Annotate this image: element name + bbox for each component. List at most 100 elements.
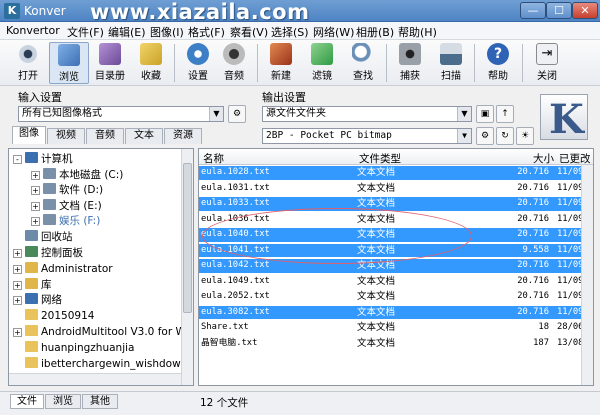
catalog-button[interactable]: 目录册 bbox=[90, 42, 130, 84]
tree-item-recycle-bin[interactable]: 回收站 bbox=[25, 230, 73, 245]
tree-item-library[interactable]: + 库 bbox=[13, 278, 52, 293]
menu-view[interactable]: 察看(V) bbox=[230, 24, 268, 40]
column-name[interactable]: 名称 bbox=[203, 151, 224, 166]
folder-icon bbox=[25, 357, 38, 368]
tree-item-folder[interactable]: + AndroidMultitool V3.0 for Wir bbox=[13, 325, 193, 340]
settings-icon bbox=[187, 43, 209, 65]
chevron-down-icon: ▼ bbox=[209, 107, 223, 121]
column-type[interactable]: 文件类型 bbox=[359, 151, 401, 166]
file-list[interactable]: 名称 文件类型 大小 已更改 eula.1028.txt 文本文档 20.716 11… bbox=[198, 148, 594, 386]
table-row[interactable]: eula.1028.txt 文本文档 20.716 11/09/2 bbox=[199, 166, 593, 180]
bottom-tab-files[interactable]: 文件 bbox=[10, 394, 44, 409]
toolbar-separator bbox=[386, 44, 387, 82]
table-row[interactable]: eula.3082.txt 文本文档 20.716 11/09/2 bbox=[199, 305, 593, 320]
folder-icon: ▣ bbox=[480, 109, 490, 119]
maximize-button[interactable]: ☐ bbox=[546, 2, 572, 19]
audio-button[interactable]: 音频 bbox=[214, 42, 254, 84]
table-row[interactable]: eula.1031.txt 文本文档 20.716 11/09/2 bbox=[199, 182, 593, 196]
output-format-refresh-button[interactable]: ↻ bbox=[496, 127, 514, 145]
tree-item-folder[interactable]: huanpingzhuanjia bbox=[25, 341, 134, 356]
exit-button[interactable]: ⇥ 关闭 bbox=[527, 42, 567, 84]
filter-button[interactable]: 滤镜 bbox=[302, 42, 342, 84]
app-icon: K bbox=[4, 3, 20, 19]
scrollbar-thumb[interactable] bbox=[183, 163, 192, 313]
tree-item-drive-e[interactable]: + 文档 (E:) bbox=[31, 199, 102, 214]
open-button[interactable]: 打开 bbox=[8, 42, 48, 84]
file-type: 文本文档 bbox=[357, 182, 396, 194]
menu-image[interactable]: 图像(I) bbox=[150, 24, 184, 40]
menu-help[interactable]: 帮助(H) bbox=[398, 24, 437, 40]
find-button[interactable]: 查找 bbox=[343, 42, 383, 84]
tree-vertical-scrollbar[interactable] bbox=[181, 149, 193, 385]
exit-icon: ⇥ bbox=[536, 43, 558, 65]
input-options-button[interactable]: ⚙ bbox=[228, 105, 246, 123]
tree-item-drive-c[interactable]: + 本地磁盘 (C:) bbox=[31, 168, 123, 183]
settings-button[interactable]: 设置 bbox=[178, 42, 218, 84]
file-name: eula.1049.txt bbox=[201, 275, 270, 286]
output-format-options-button[interactable]: ⚙ bbox=[476, 127, 494, 145]
table-row[interactable]: Share.txt 文本文档 18 28/06/2 bbox=[199, 321, 593, 335]
tree-item-administrator[interactable]: + Administrator bbox=[13, 262, 113, 277]
input-format-select[interactable]: 所有已知图像格式 ▼ bbox=[18, 106, 224, 122]
bottom-tab-other[interactable]: 其他 bbox=[82, 394, 118, 409]
file-name: eula.1028.txt bbox=[201, 167, 270, 177]
column-date[interactable]: 已更改 bbox=[559, 151, 591, 166]
browse-button[interactable]: 浏览 bbox=[49, 42, 89, 84]
table-row[interactable]: eula.1049.txt 文本文档 20.716 11/09/2 bbox=[199, 275, 593, 289]
eye-icon bbox=[17, 43, 39, 65]
tree-item-drive-d[interactable]: + 软件 (D:) bbox=[31, 183, 103, 198]
menu-file[interactable]: 文件(F) bbox=[67, 24, 104, 40]
tab-resource[interactable]: 资源 bbox=[164, 128, 202, 144]
tree-item-folder[interactable]: ibetterchargewin_wishdown bbox=[25, 357, 187, 372]
output-folder-button[interactable]: ▣ bbox=[476, 105, 494, 123]
output-format-info-button[interactable]: ☀ bbox=[516, 127, 534, 145]
file-size: 20.716 bbox=[517, 198, 549, 208]
catalog-icon bbox=[99, 43, 121, 65]
folder-tree[interactable]: - 计算机 + 本地磁盘 (C:) + 软件 (D:) + 文档 (E:) + 娱乐 (F… bbox=[8, 148, 194, 386]
tab-video[interactable]: 视频 bbox=[47, 128, 85, 144]
file-size: 18 bbox=[538, 322, 549, 332]
file-size: 20.716 bbox=[517, 306, 549, 317]
scan-button[interactable]: 扫描 bbox=[431, 42, 471, 84]
menu-edit[interactable]: 编辑(E) bbox=[108, 24, 146, 40]
menu-network[interactable]: 网络(W) bbox=[313, 24, 354, 40]
chevron-down-icon: ▼ bbox=[457, 129, 471, 143]
find-icon bbox=[352, 43, 374, 65]
refresh-icon: ↻ bbox=[501, 131, 509, 141]
tree-item-drive-f[interactable]: + 娱乐 (F:) bbox=[31, 214, 100, 229]
tab-image[interactable]: 图像 bbox=[12, 126, 46, 144]
tree-item-control-panel[interactable]: + 控制面板 bbox=[13, 246, 83, 261]
file-size: 20.716 bbox=[517, 182, 549, 193]
menu-select[interactable]: 选择(S) bbox=[271, 24, 309, 40]
tree-horizontal-scrollbar[interactable] bbox=[9, 373, 181, 385]
help-button[interactable]: ? 帮助 bbox=[478, 42, 518, 84]
tree-item-computer[interactable]: - 计算机 bbox=[13, 152, 73, 167]
output-folder-up-button[interactable]: ↑ bbox=[496, 105, 514, 123]
output-format-select[interactable]: 2BP - Pocket PC bitmap ▼ bbox=[262, 128, 472, 144]
toolbar: 打开 浏览 目录册 收藏 设置 音频 新建 滤镜 查找 捕获 扫描 ? 帮助 ⇥… bbox=[0, 40, 600, 86]
minimize-button[interactable]: — bbox=[520, 2, 546, 19]
konvertor-logo: K bbox=[540, 94, 588, 143]
column-size[interactable]: 大小 bbox=[533, 151, 554, 166]
table-row[interactable]: 晶智电脑.txt 文本文档 187 13/08/2 bbox=[199, 337, 593, 351]
tree-item-network[interactable]: + 网络 bbox=[13, 293, 62, 308]
file-type: 文本文档 bbox=[357, 275, 396, 287]
tree-item-folder[interactable]: 20150914 bbox=[25, 309, 94, 324]
bottom-tab-browse[interactable]: 浏览 bbox=[45, 394, 81, 409]
close-window-button[interactable]: ✕ bbox=[572, 2, 598, 19]
menu-format[interactable]: 格式(F) bbox=[188, 24, 225, 40]
title-bar[interactable]: K Konver www.xiazaila.com — ☐ ✕ bbox=[0, 0, 600, 24]
file-list-vertical-scrollbar[interactable] bbox=[581, 165, 593, 385]
output-folder-select[interactable]: 源文件文件夹 ▼ bbox=[262, 106, 472, 122]
favorites-button[interactable]: 收藏 bbox=[131, 42, 171, 84]
new-button[interactable]: 新建 bbox=[261, 42, 301, 84]
tab-text[interactable]: 文本 bbox=[125, 128, 163, 144]
menu-album[interactable]: 相册(B) bbox=[356, 24, 394, 40]
capture-button[interactable]: 捕获 bbox=[390, 42, 430, 84]
status-bar: 文件 浏览 其他 12 个文件 bbox=[0, 391, 600, 415]
table-row[interactable]: eula.1033.txt 文本文档 20.716 11/09/2 bbox=[199, 197, 593, 211]
table-row[interactable]: eula.2052.txt 文本文档 20.716 11/09/2 bbox=[199, 290, 593, 304]
tab-audio[interactable]: 音频 bbox=[86, 128, 124, 144]
menu-konvertor[interactable]: Konvertor bbox=[6, 24, 60, 37]
file-name: 晶智电脑.txt bbox=[201, 337, 258, 348]
